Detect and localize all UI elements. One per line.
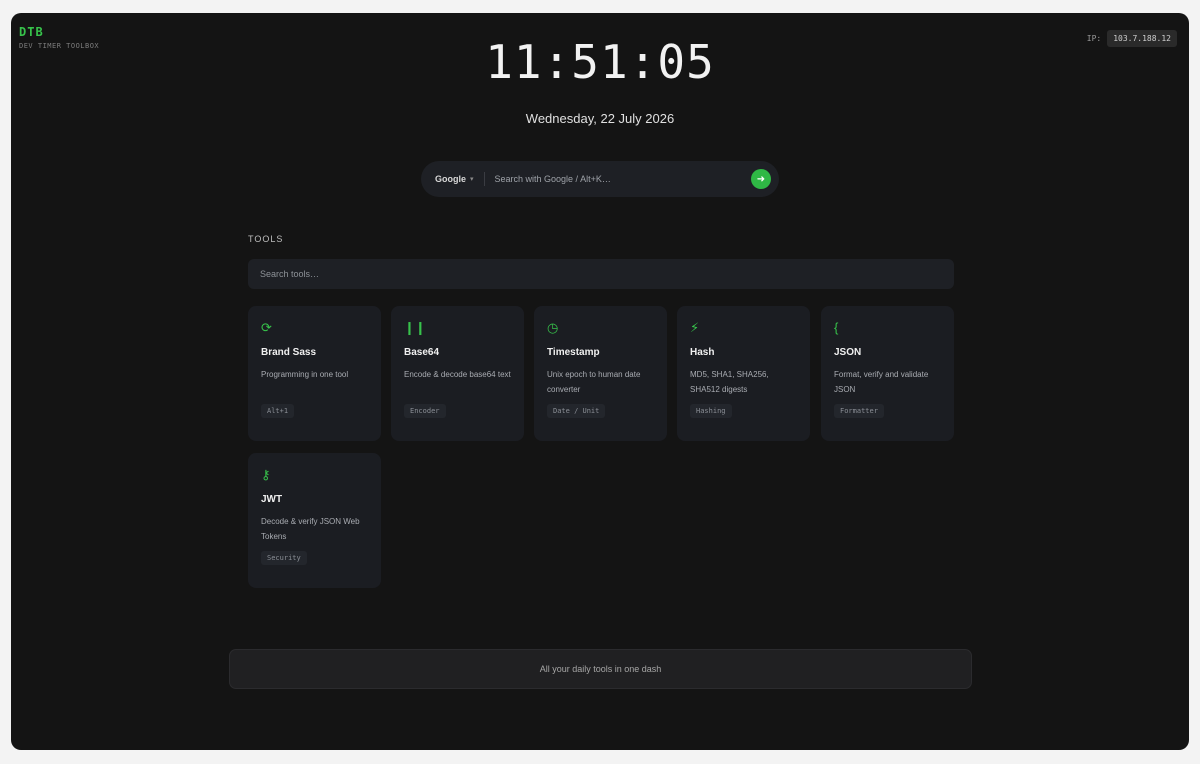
tool-card[interactable]: ⚷ JWT Decode & verify JSON Web Tokens Se… <box>248 453 381 588</box>
braces-icon: { <box>834 320 839 335</box>
clock-date: Wednesday, 22 July 2026 <box>525 111 675 126</box>
tools-heading: TOOLS <box>248 234 284 244</box>
arrow-right-icon: ➜ <box>756 173 766 185</box>
tool-card-tag: Hashing <box>690 404 732 418</box>
bolt-icon: ⚡ <box>690 320 700 335</box>
web-search-input[interactable] <box>492 173 751 185</box>
tool-card[interactable]: ◷ Timestamp Unix epoch to human date con… <box>534 306 667 441</box>
tool-card-tag: Formatter <box>834 404 884 418</box>
tool-card-description: Programming in one tool <box>261 370 349 379</box>
web-search-bar: Google ▾ ➜ <box>421 161 779 197</box>
tool-card[interactable]: ❙❙ Base64 Encode & decode base64 text En… <box>391 306 524 441</box>
search-divider <box>483 172 485 186</box>
tool-card-title: Timestamp <box>547 347 600 358</box>
tool-card[interactable]: { JSON Format, verify and validate JSON … <box>821 306 954 441</box>
key-icon: ⚷ <box>261 467 271 482</box>
tool-card-title: Brand Sass <box>261 347 317 358</box>
footer-text: All your daily tools in one dash <box>539 664 662 674</box>
tool-card-description: Decode & verify JSON Web Tokens <box>261 517 360 541</box>
tool-card-tag: Security <box>261 551 307 565</box>
search-engine-select[interactable]: Google ▾ <box>435 174 474 184</box>
tool-card-description: Unix epoch to human date converter <box>547 370 641 394</box>
tool-search-input[interactable] <box>248 259 954 289</box>
tool-card[interactable]: ⟳ Brand Sass Programming in one tool Alt… <box>248 306 381 441</box>
tool-card-description: MD5, SHA1, SHA256, SHA512 digests <box>690 370 769 394</box>
tool-card-title: Hash <box>690 347 715 358</box>
clock-icon: ◷ <box>547 320 559 335</box>
tool-card-tag: Alt+1 <box>261 404 295 418</box>
tool-card-title: Base64 <box>404 347 440 358</box>
tool-card[interactable]: ⚡ Hash MD5, SHA1, SHA256, SHA512 digests… <box>677 306 810 441</box>
tool-card-title: JWT <box>261 494 283 505</box>
tool-card-title: JSON <box>834 347 862 358</box>
tool-card-description: Format, verify and validate JSON <box>834 370 929 394</box>
tool-card-tag: Encoder <box>404 404 446 418</box>
refresh-icon: ⟳ <box>261 320 272 335</box>
chevron-down-icon: ▾ <box>470 176 474 183</box>
search-submit-button[interactable]: ➜ <box>751 169 771 189</box>
clock-time: 11:51:05 <box>485 35 715 89</box>
tool-card-tag: Date / Unit <box>547 404 606 418</box>
tool-card-description: Encode & decode base64 text <box>404 370 511 379</box>
pause-icon: ❙❙ <box>404 320 426 335</box>
footer-banner: All your daily tools in one dash <box>229 649 972 689</box>
app-window: DTB DEV TIMER TOOLBOX IP: 103.7.188.12 1… <box>11 13 1189 750</box>
search-engine-label: Google <box>435 174 466 184</box>
